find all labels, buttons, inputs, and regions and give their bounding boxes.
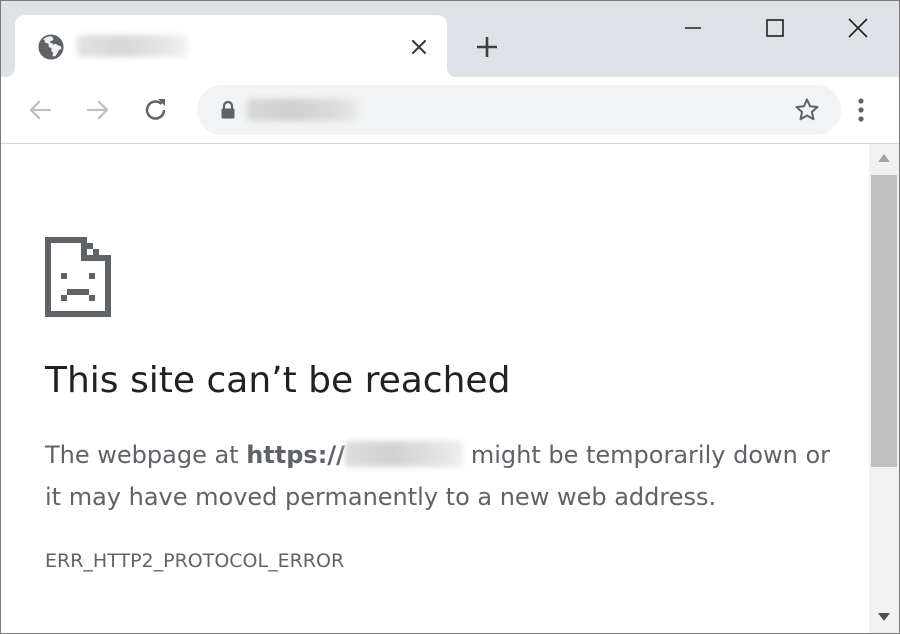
error-desc-host: localhost [344,441,463,467]
tab-strip: localhost [1,1,899,77]
active-tab[interactable]: localhost [5,15,457,77]
error-code: ERR_HTTP2_PROTOCOL_ERROR [45,550,345,572]
lock-icon[interactable] [219,100,237,120]
vertical-scrollbar[interactable] [869,144,899,633]
scroll-down-arrow-icon[interactable] [877,611,891,623]
new-tab-plus-icon[interactable] [473,33,501,61]
bookmark-star-icon[interactable] [793,96,821,124]
reload-icon[interactable] [139,93,173,127]
tab-title: localhost [77,35,187,57]
browser-toolbar: localhost [1,77,899,144]
browser-window: localhost [0,0,900,634]
scrollbar-thumb[interactable] [871,175,897,467]
url-text[interactable]: localhost [247,99,359,121]
error-description: The webpage at https://localhostmight be… [45,434,845,518]
page-content: This site can’t be reached The webpage a… [1,144,869,633]
scroll-up-arrow-icon[interactable] [877,152,891,164]
window-close-icon[interactable] [838,11,878,45]
error-desc-prefix: The webpage at [45,441,247,469]
tab-close-icon[interactable] [407,35,431,59]
minimize-icon[interactable] [673,11,713,45]
sad-page-icon [45,237,111,317]
forward-arrow-icon[interactable] [81,93,115,127]
error-desc-scheme: https:// [246,441,345,469]
address-bar[interactable]: localhost [197,85,841,135]
error-title: This site can’t be reached [45,360,511,401]
globe-icon [38,34,64,60]
back-arrow-icon[interactable] [23,93,57,127]
maximize-icon[interactable] [755,11,795,45]
kebab-menu-icon[interactable] [847,93,875,127]
